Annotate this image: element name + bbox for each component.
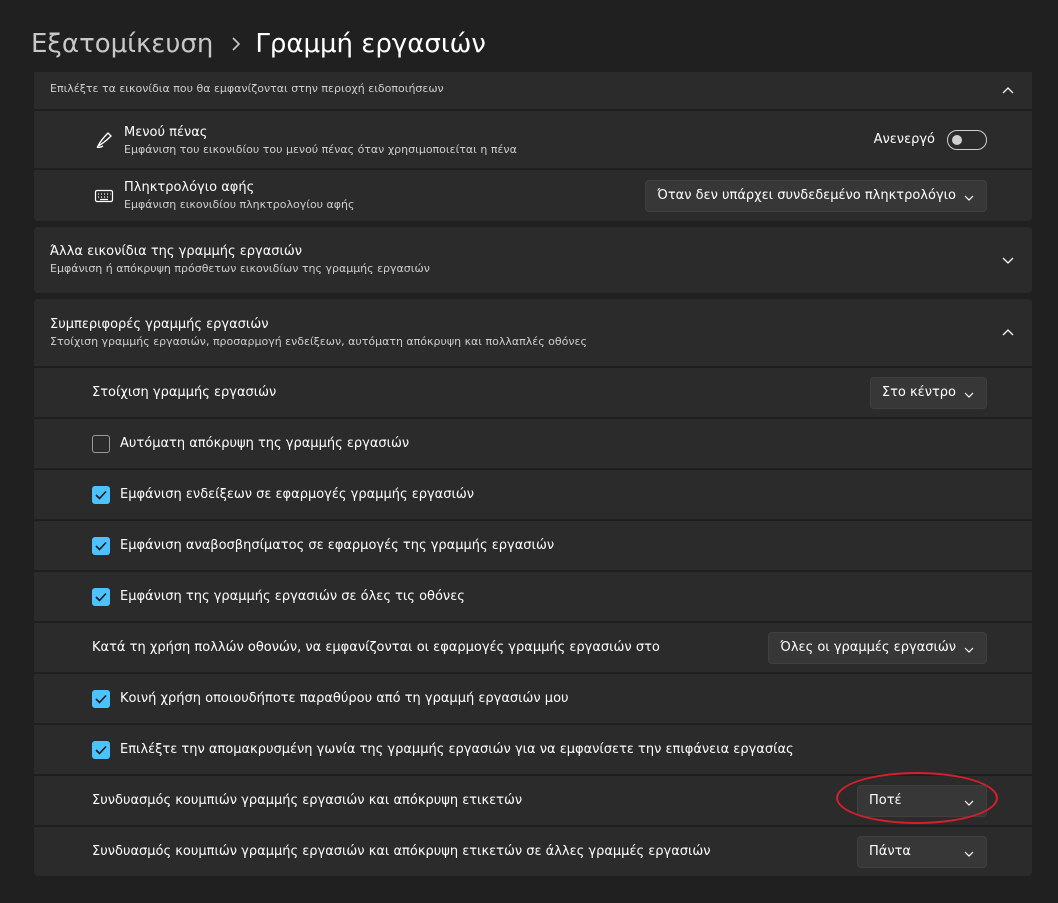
- touch-keyboard-row: Πληκτρολόγιο αφής Εμφάνιση εικονιδίου πλ…: [34, 169, 1032, 221]
- share-window-row[interactable]: Κοινή χρήση οποιουδήποτε παραθύρου από τ…: [34, 673, 1032, 723]
- alignment-row: Στοίχιση γραμμής εργασιών Στο κέντρο: [34, 367, 1032, 417]
- all-displays-label: Εμφάνιση της γραμμής εργασιών σε όλες τι…: [120, 589, 465, 604]
- other-icons-header[interactable]: Άλλα εικονίδια της γραμμής εργασιών Εμφά…: [34, 227, 1032, 293]
- alignment-label: Στοίχιση γραμμής εργασιών: [92, 385, 277, 400]
- far-corner-checkbox[interactable]: [92, 740, 110, 759]
- all-displays-checkbox[interactable]: [92, 587, 110, 606]
- breadcrumb: Εξατομίκευση Γραμμή εργασιών: [31, 24, 486, 64]
- combine-other-dropdown[interactable]: Πάντα: [857, 835, 987, 868]
- keyboard-icon: [94, 186, 114, 206]
- behaviors-subtitle: Στοίχιση γραμμής εργασιών, προσαρμογή εν…: [50, 335, 587, 348]
- page-title: Γραμμή εργασιών: [255, 29, 486, 59]
- badges-label: Εμφάνιση ενδείξεων σε εφαρμογές γραμμής …: [120, 487, 475, 502]
- chevron-down-icon: [964, 192, 974, 202]
- breadcrumb-parent-link[interactable]: Εξατομίκευση: [31, 29, 213, 59]
- behaviors-header[interactable]: Συμπεριφορές γραμμής εργασιών Στοίχιση γ…: [34, 299, 1032, 366]
- touch-keyboard-dropdown-value: Όταν δεν υπάρχει συνδεδεμένο πληκτρολόγι…: [657, 188, 956, 203]
- checkmark-icon: [95, 592, 107, 602]
- chevron-up-icon[interactable]: [1002, 85, 1014, 97]
- flashing-label: Εμφάνιση αναβοσβησίματος σε εφαρμογές τη…: [120, 538, 555, 553]
- toggle-knob: [952, 134, 962, 145]
- auto-hide-label: Αυτόματη απόκρυψη της γραμμής εργασιών: [120, 436, 410, 451]
- chevron-down-icon: [964, 389, 974, 399]
- touch-keyboard-dropdown[interactable]: Όταν δεν υπάρχει συνδεδεμένο πληκτρολόγι…: [645, 179, 987, 212]
- auto-hide-row[interactable]: Αυτόματη απόκρυψη της γραμμής εργασιών: [34, 418, 1032, 468]
- notification-icons-subtitle: Επιλέξτε τα εικονίδια που θα εμφανίζοντα…: [50, 82, 444, 95]
- touch-keyboard-subtitle: Εμφάνιση εικονιδίου πληκτρολογίου αφής: [124, 198, 355, 211]
- badges-checkbox[interactable]: [92, 485, 110, 504]
- far-corner-label: Επιλέξτε την απομακρυσμένη γωνία της γρα…: [120, 742, 794, 757]
- pen-menu-subtitle: Εμφάνιση του εικονιδίου του μενού πένας …: [124, 143, 517, 156]
- checkmark-icon: [95, 541, 107, 551]
- pen-menu-toggle-state: Ανενεργό: [873, 131, 935, 147]
- share-window-label: Κοινή χρήση οποιουδήποτε παραθύρου από τ…: [120, 691, 569, 706]
- chevron-down-icon: [964, 848, 974, 858]
- touch-keyboard-title: Πληκτρολόγιο αφής: [124, 180, 255, 195]
- combine-dropdown[interactable]: Ποτέ: [857, 784, 987, 817]
- multi-display-dropdown[interactable]: Όλες οι γραμμές εργασιών: [768, 631, 987, 664]
- far-corner-row[interactable]: Επιλέξτε την απομακρυσμένη γωνία της γρα…: [34, 724, 1032, 774]
- combine-other-dropdown-value: Πάντα: [869, 844, 912, 859]
- chevron-down-icon[interactable]: [1002, 254, 1014, 266]
- multi-display-label: Κατά τη χρήση πολλών οθονών, να εμφανίζο…: [92, 640, 660, 655]
- behaviors-title: Συμπεριφορές γραμμής εργασιών: [50, 317, 269, 332]
- pen-menu-toggle[interactable]: [947, 129, 987, 150]
- combine-label: Συνδυασμός κουμπιών γραμμής εργασιών και…: [92, 793, 523, 808]
- alignment-dropdown[interactable]: Στο κέντρο: [869, 376, 987, 409]
- combine-dropdown-value: Ποτέ: [869, 793, 902, 808]
- all-displays-row[interactable]: Εμφάνιση της γραμμής εργασιών σε όλες τι…: [34, 571, 1032, 621]
- auto-hide-checkbox[interactable]: [92, 434, 110, 453]
- chevron-right-icon: [231, 32, 241, 56]
- checkmark-icon: [95, 694, 107, 704]
- chevron-down-icon: [964, 644, 974, 654]
- share-window-checkbox[interactable]: [92, 689, 110, 708]
- multi-display-row: Κατά τη χρήση πολλών οθονών, να εμφανίζο…: [34, 622, 1032, 672]
- checkmark-icon: [95, 745, 107, 755]
- notification-icons-header[interactable]: Επιλέξτε τα εικονίδια που θα εμφανίζοντα…: [34, 72, 1032, 109]
- flashing-checkbox[interactable]: [92, 536, 110, 555]
- pen-menu-title: Μενού πένας: [124, 125, 208, 140]
- combine-other-label: Συνδυασμός κουμπιών γραμμής εργασιών και…: [92, 844, 711, 859]
- alignment-dropdown-value: Στο κέντρο: [881, 385, 956, 400]
- combine-row: Συνδυασμός κουμπιών γραμμής εργασιών και…: [34, 775, 1032, 825]
- other-icons-subtitle: Εμφάνιση ή απόκρυψη πρόσθετων εικονιδίων…: [50, 262, 430, 275]
- pen-icon: [94, 130, 114, 150]
- multi-display-dropdown-value: Όλες οι γραμμές εργασιών: [780, 640, 956, 655]
- combine-other-row: Συνδυασμός κουμπιών γραμμής εργασιών και…: [34, 826, 1032, 876]
- checkmark-icon: [95, 490, 107, 500]
- pen-menu-row: Μενού πένας Εμφάνιση του εικονιδίου του …: [34, 110, 1032, 168]
- flashing-row[interactable]: Εμφάνιση αναβοσβησίματος σε εφαρμογές τη…: [34, 520, 1032, 570]
- chevron-down-icon: [964, 797, 974, 807]
- chevron-up-icon[interactable]: [1002, 327, 1014, 339]
- badges-row[interactable]: Εμφάνιση ενδείξεων σε εφαρμογές γραμμής …: [34, 469, 1032, 519]
- other-icons-title: Άλλα εικονίδια της γραμμής εργασιών: [50, 244, 303, 259]
